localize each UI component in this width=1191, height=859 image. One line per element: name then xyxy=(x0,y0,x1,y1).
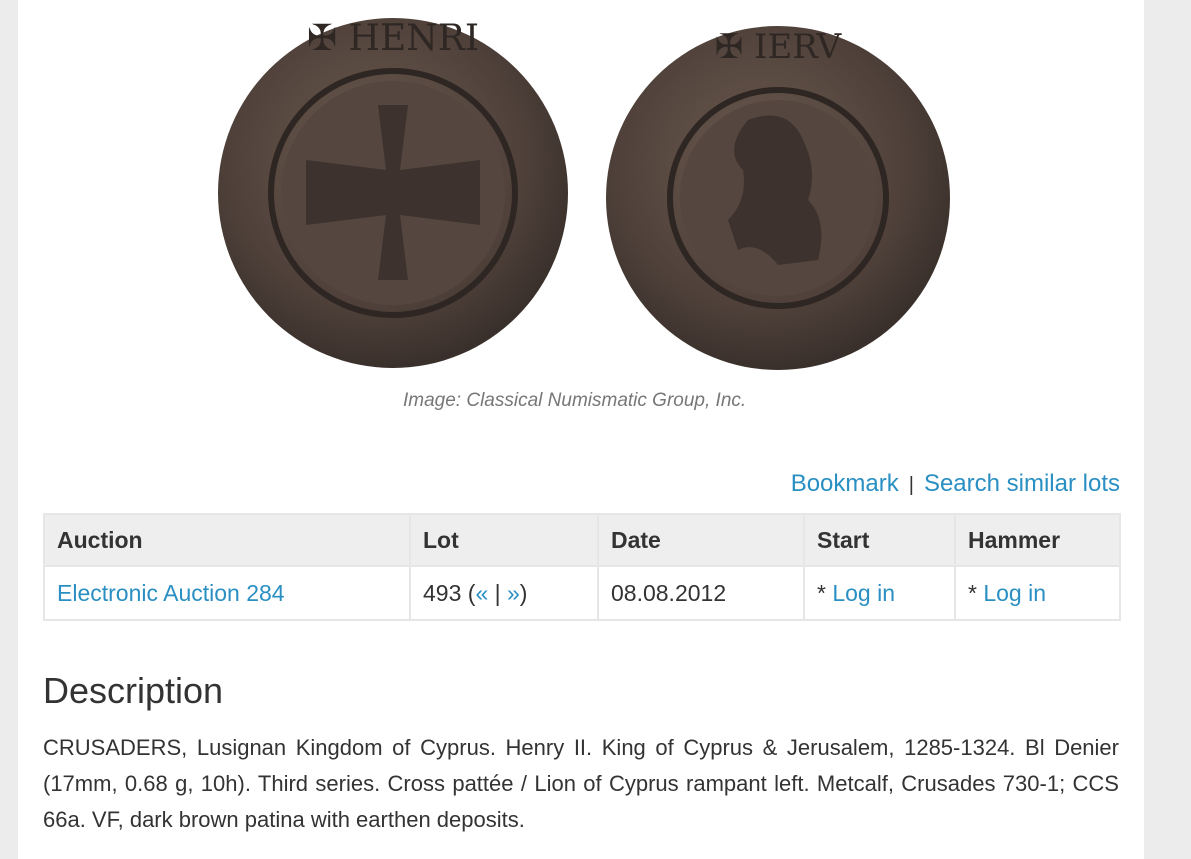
lot-actions: Bookmark | Search similar lots xyxy=(791,470,1120,498)
hammer-prefix: * xyxy=(968,579,977,606)
lot-nav-separator: | xyxy=(494,579,501,606)
coin-photo: ✠ HENRI ✠ IERV xyxy=(218,18,950,370)
cell-date: 08.08.2012 xyxy=(597,565,805,621)
coin-obverse: ✠ HENRI xyxy=(218,18,568,368)
cell-start: * Log in xyxy=(803,565,956,621)
coin-reverse: ✠ IERV xyxy=(606,26,950,370)
cell-hammer: * Log in xyxy=(954,565,1121,621)
hammer-login-link[interactable]: Log in xyxy=(983,580,1046,606)
header-hammer: Hammer xyxy=(954,513,1121,567)
auction-link[interactable]: Electronic Auction 284 xyxy=(57,580,285,606)
svg-text:✠ IERV: ✠ IERV xyxy=(715,27,843,67)
next-lot-link[interactable]: » xyxy=(507,580,520,606)
content-panel: ✠ HENRI ✠ IERV Image: Classical Numismat… xyxy=(18,0,1144,859)
description-text: CRUSADERS, Lusignan Kingdom of Cyprus. H… xyxy=(43,735,1119,832)
svg-text:✠ HENRI: ✠ HENRI xyxy=(307,18,479,59)
bookmark-link[interactable]: Bookmark xyxy=(791,470,899,497)
table-row: Electronic Auction 284 493 (« | ») 08.08… xyxy=(43,565,1121,621)
description-title: Description xyxy=(43,670,224,711)
start-login-link[interactable]: Log in xyxy=(832,580,895,606)
image-credit: Image: Classical Numismatic Group, Inc. xyxy=(403,390,747,411)
search-similar-link[interactable]: Search similar lots xyxy=(924,470,1120,497)
coin-image[interactable]: ✠ HENRI ✠ IERV xyxy=(218,10,958,370)
cell-auction: Electronic Auction 284 xyxy=(43,565,411,621)
cell-lot: 493 (« | ») xyxy=(409,565,599,621)
auction-table: Auction Lot Date Start Hammer Electronic… xyxy=(43,513,1121,621)
header-date: Date xyxy=(597,513,805,567)
table-header-row: Auction Lot Date Start Hammer xyxy=(43,513,1121,567)
start-prefix: * xyxy=(817,579,826,606)
header-start: Start xyxy=(803,513,956,567)
header-auction: Auction xyxy=(43,513,411,567)
prev-lot-link[interactable]: « xyxy=(475,580,488,606)
lot-number: 493 xyxy=(423,579,462,606)
action-separator: | xyxy=(908,474,914,496)
header-lot: Lot xyxy=(409,513,599,567)
